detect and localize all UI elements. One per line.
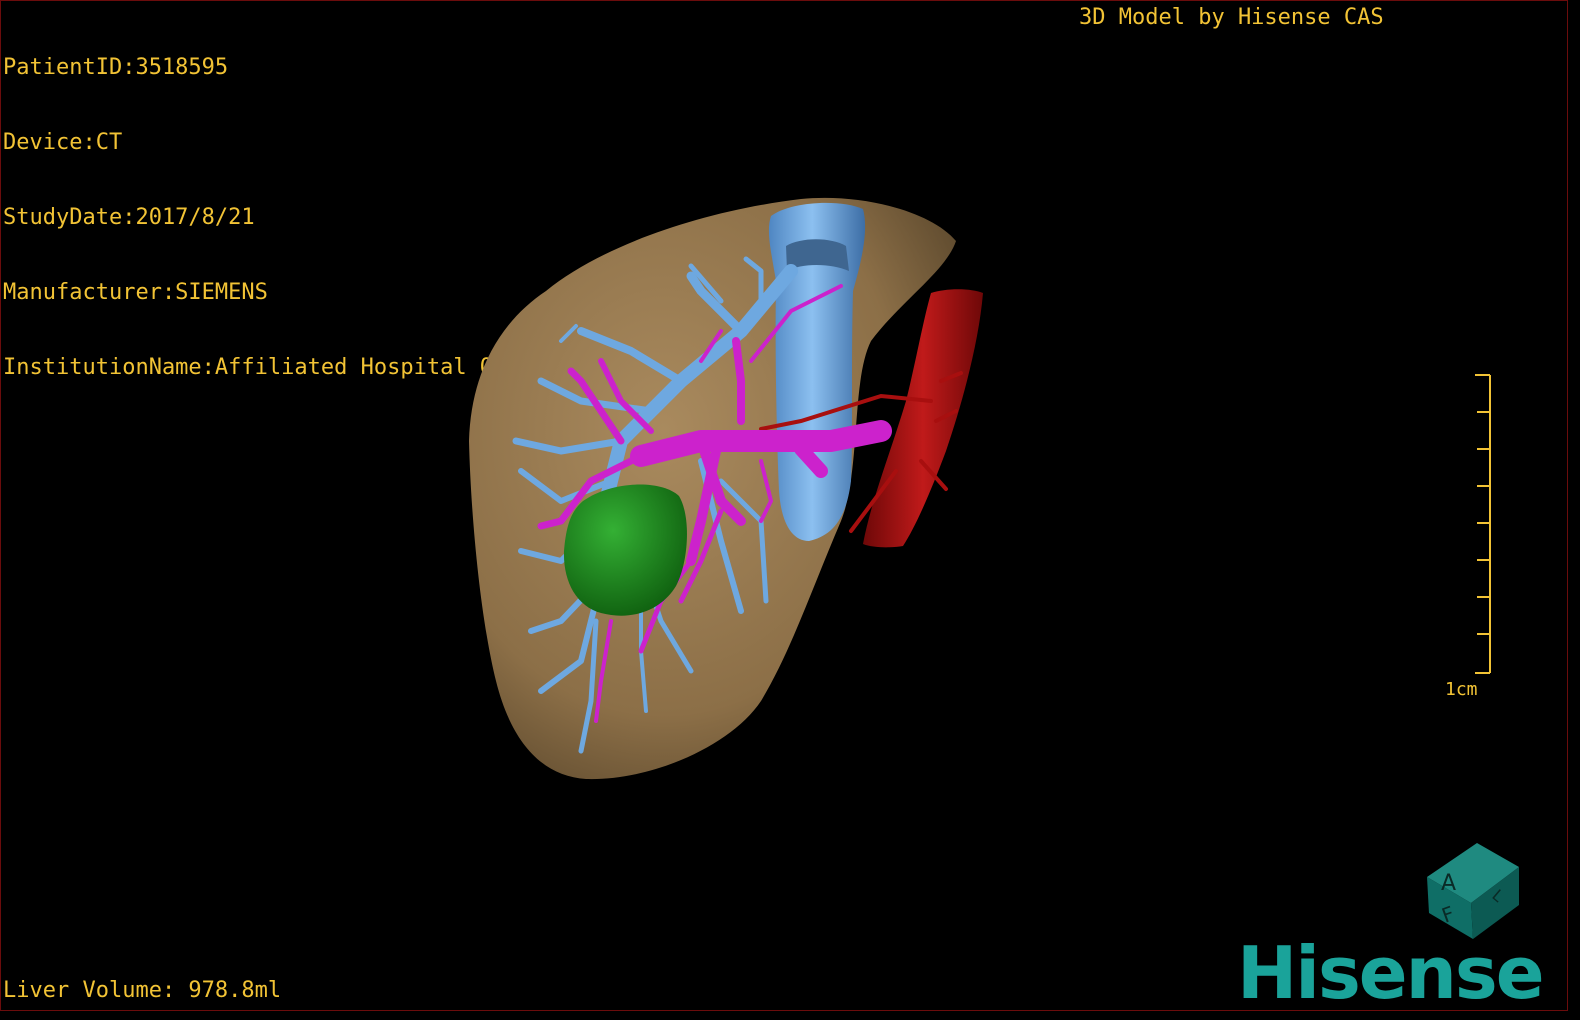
liver-volume: Liver Volume: 978.8ml: [3, 978, 282, 1003]
scale-bar: [1475, 374, 1491, 674]
orientation-label-a: A: [1441, 871, 1456, 896]
hisense-logo: Hisense: [1237, 931, 1545, 1011]
orientation-cube[interactable]: A F L: [1419, 835, 1529, 945]
scale-bar-label: 1cm: [1445, 679, 1478, 700]
liver-3d-model[interactable]: [1, 1, 1568, 1011]
3d-viewport[interactable]: PatientID:3518595 Device:CT StudyDate:20…: [0, 0, 1568, 1011]
